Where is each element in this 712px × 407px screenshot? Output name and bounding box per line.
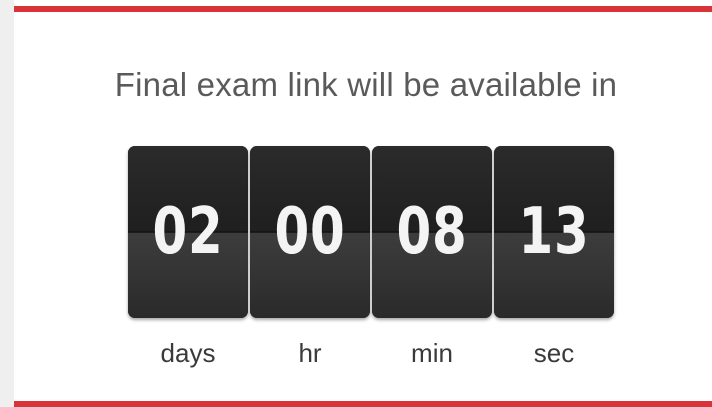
countdown-seconds: 13 sec (494, 146, 614, 376)
flip-tile-days: 02 (128, 146, 248, 318)
seconds-label: sec (533, 338, 575, 368)
hours-label: hr (298, 338, 322, 368)
minutes-value: 08 (396, 195, 468, 269)
flip-tile-seconds: 13 (494, 146, 614, 318)
minutes-label: min (411, 338, 453, 368)
seconds-value: 13 (518, 195, 590, 269)
countdown-days: 02 days (128, 146, 248, 376)
bottom-accent-rule (14, 401, 712, 407)
top-accent-rule (14, 6, 712, 12)
countdown-minutes: 08 min (372, 146, 492, 376)
days-label: days (160, 338, 216, 368)
flip-tile-hours: 00 (250, 146, 370, 318)
countdown-headline: Final exam link will be available in (114, 66, 618, 103)
countdown-timer: 02 days 00 hr 08 min 13 sec (128, 146, 614, 376)
flip-tile-minutes: 08 (372, 146, 492, 318)
hours-value: 00 (274, 195, 346, 269)
days-value: 02 (152, 195, 224, 269)
countdown-hours: 00 hr (250, 146, 370, 376)
